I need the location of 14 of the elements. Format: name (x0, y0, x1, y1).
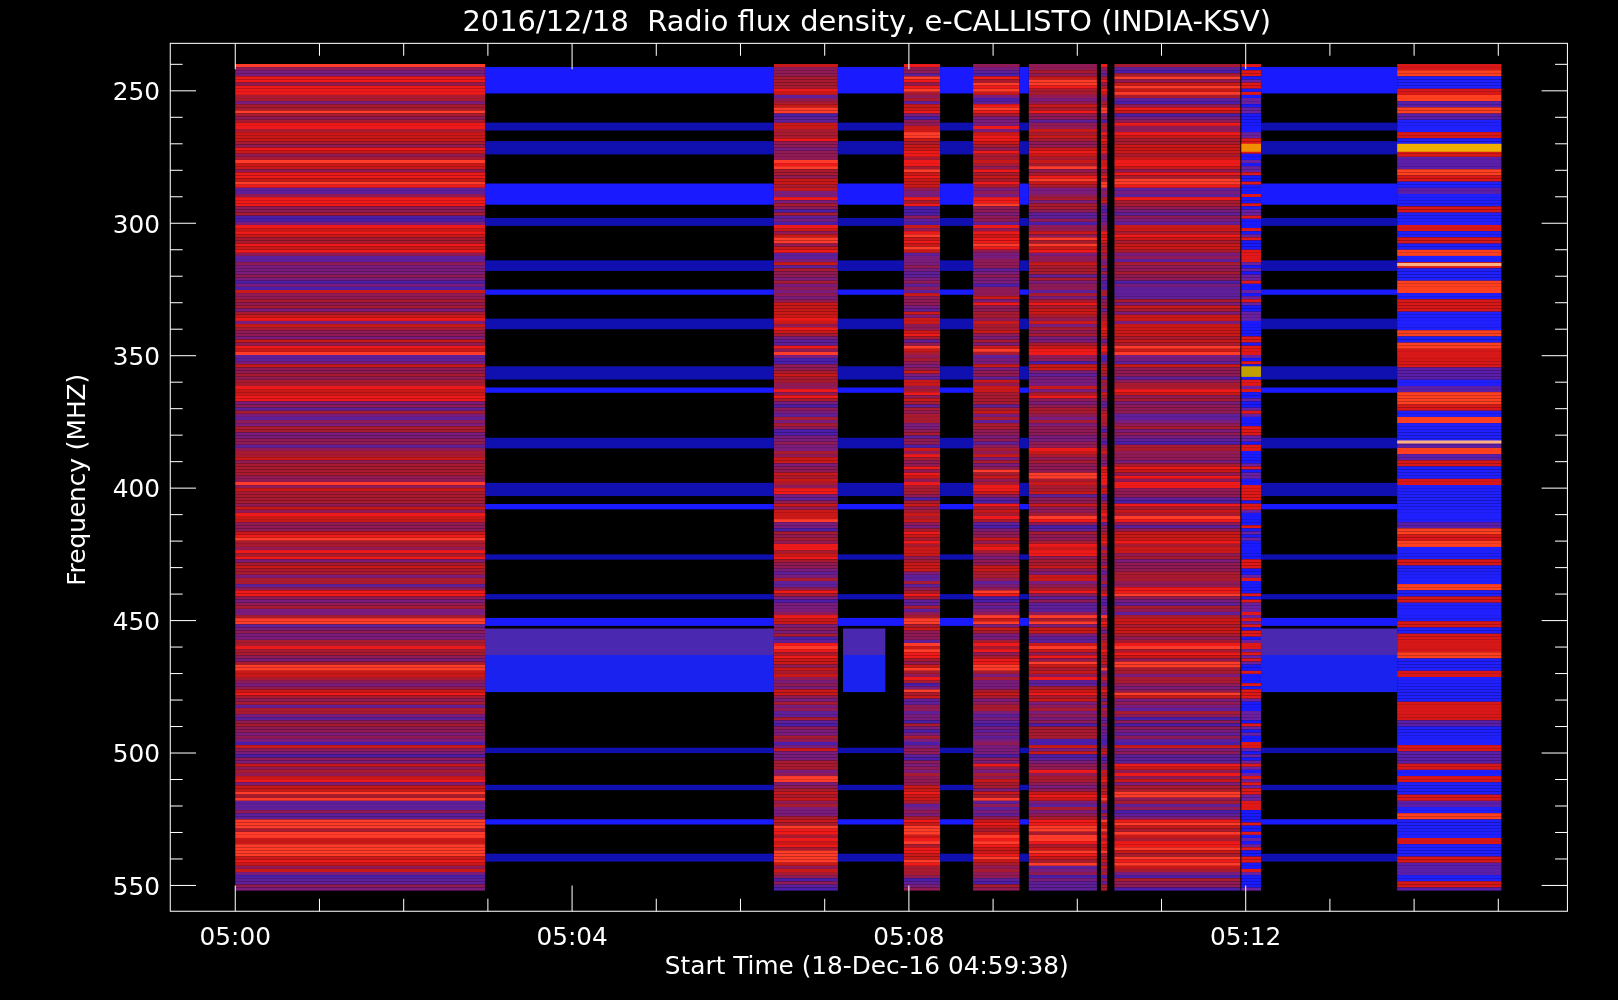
x-tick-label: 05:12 (1210, 922, 1282, 952)
y-tick-label: 500 (112, 739, 160, 769)
y-tick-label: 400 (112, 474, 160, 504)
chart-title: 2016/12/18 Radio flux density, e-CALLISTO (INDIA-KSV) (462, 3, 1272, 38)
y-tick-label: 300 (112, 209, 160, 239)
y-tick-label: 550 (112, 871, 160, 901)
y-axis-label: Frequency (MHZ) (61, 373, 91, 586)
y-tick-label: 450 (112, 606, 160, 636)
x-tick-label: 05:00 (199, 922, 271, 952)
y-tick-label: 350 (112, 342, 160, 371)
x-axis-label: Start Time (18-Dec-16 04:59:38) (664, 951, 1069, 981)
x-tick-label: 05:08 (873, 922, 945, 952)
y-tick-label: 250 (112, 77, 160, 107)
x-tick-label: 05:04 (536, 922, 608, 952)
